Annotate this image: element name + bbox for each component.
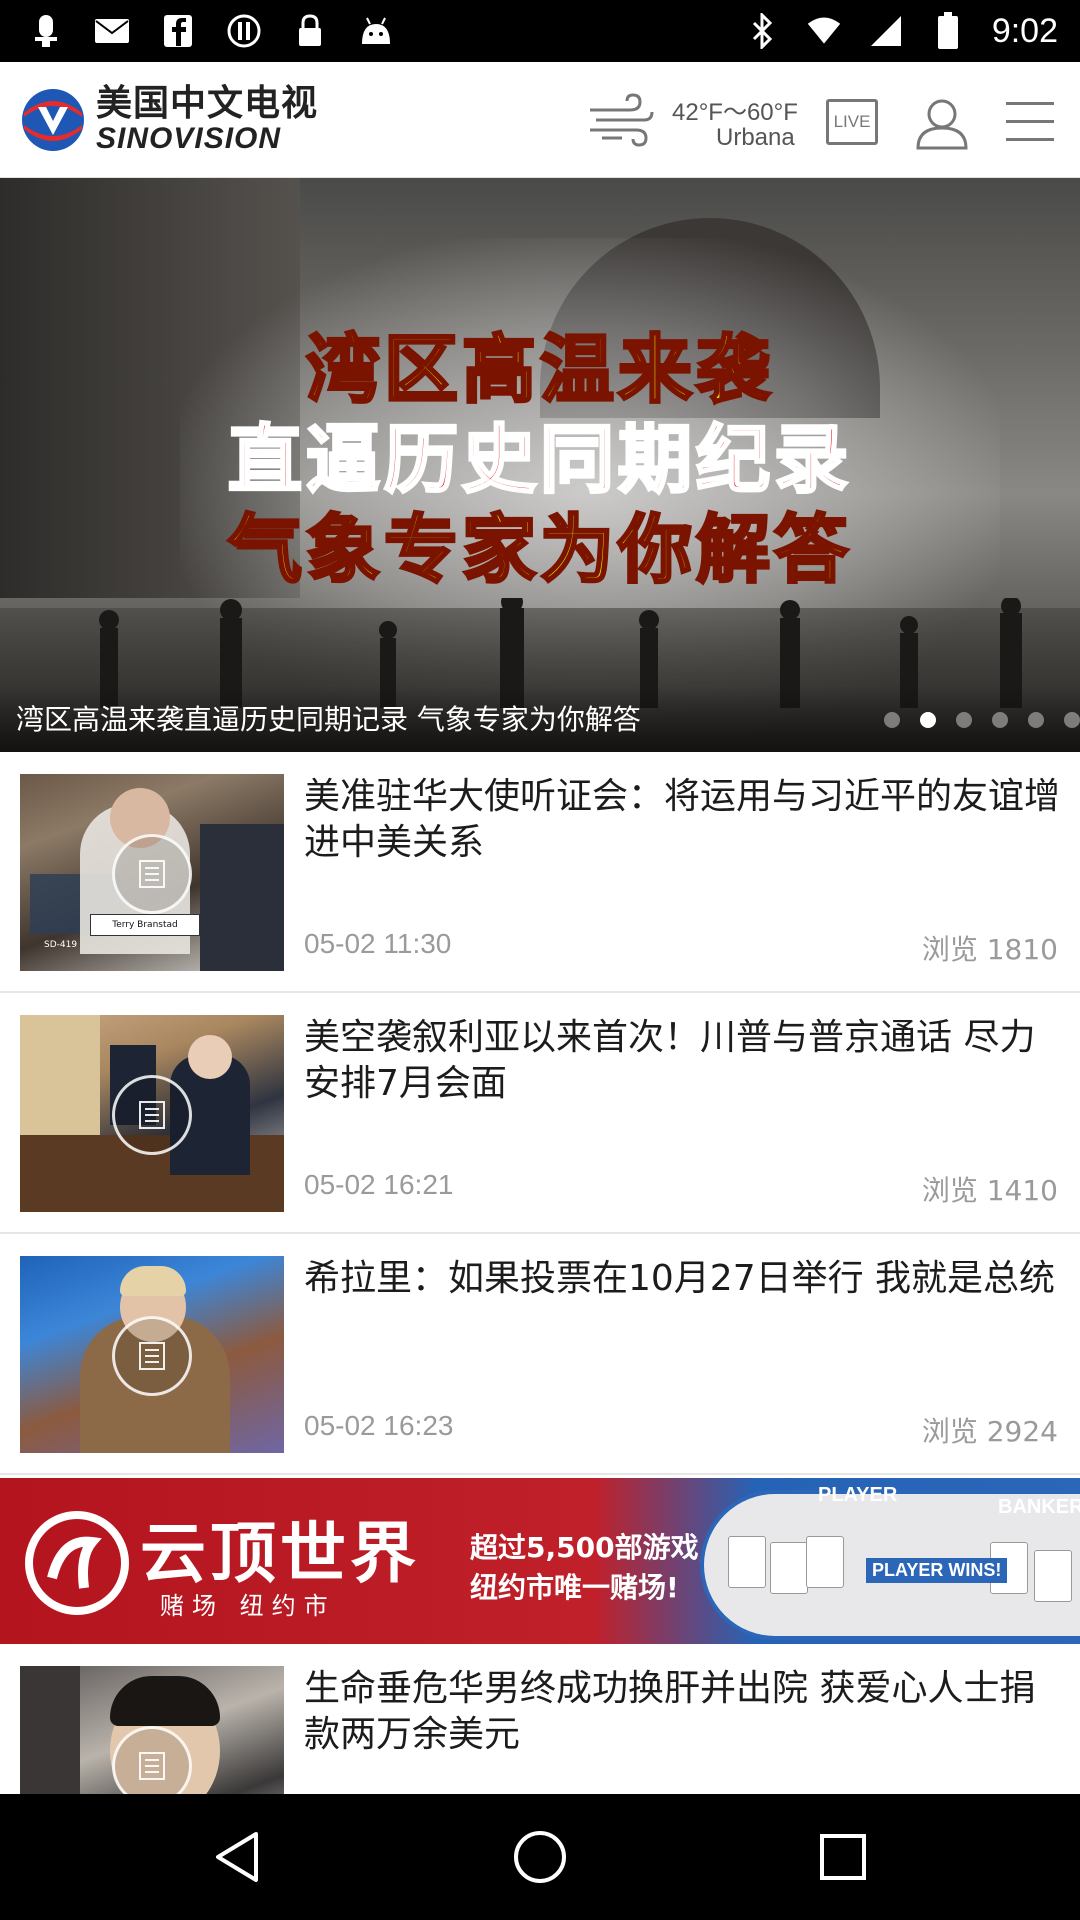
bluetooth-icon [744,13,780,49]
article-icon [139,1101,165,1129]
article-icon [139,1342,165,1370]
article-icon [139,1752,165,1780]
home-button[interactable] [507,1824,573,1890]
playing-card [728,1536,766,1588]
playing-card [770,1542,808,1594]
app-header: 美国中文电视 SINOVISION 42°F～60°F Urbana LIVE [0,62,1080,178]
article-play-button[interactable] [112,1075,192,1155]
news-thumbnail[interactable]: Terry Branstad SD-419 [20,774,284,971]
back-triangle-icon [216,1832,258,1882]
playing-card [1034,1550,1072,1602]
carousel-indicator [884,712,1080,728]
home-circle-icon [514,1831,566,1883]
ad-brand: 云顶世界 [140,1515,420,1592]
news-title[interactable]: 美空袭叙利亚以来首次！川普与普京通话 尽力安排7月会面 [304,1015,1064,1107]
ad-banker-label: BANKER [998,1496,1080,1518]
status-right: 9:02 [744,6,1058,56]
sinovision-logo[interactable]: 美国中文电视 SINOVISION [20,86,318,154]
status-left-icons [28,10,394,52]
system-navigation-bar [0,1794,1080,1920]
recent-apps-button[interactable] [810,1824,876,1890]
lock-icon [292,13,328,49]
news-time: 05-02 11:30 [304,928,452,959]
news-time: 05-02 16:23 [304,1410,454,1441]
facebook-icon [160,13,196,49]
news-views: 浏览 2924 [921,1415,1058,1448]
live-tv-icon: LIVE [826,99,878,145]
live-label: LIVE [833,112,871,131]
status-time: 9:02 [991,11,1058,50]
ad-player-wins-label: PLAYER WINS! [866,1558,1008,1583]
news-views: 浏览 1810 [921,933,1058,966]
article-play-button[interactable] [112,834,192,914]
ad-subtitle: 赌场 纽约市 [160,1592,336,1620]
user-icon [916,99,968,150]
logo-english-text: SINOVISION [96,122,282,155]
news-title[interactable]: 希拉里：如果投票在10月27日举行 我就是总统 [304,1256,1064,1302]
news-item[interactable]: 美空袭叙利亚以来首次！川普与普京通话 尽力安排7月会面 05-02 16:21 … [0,993,1080,1234]
thumbnail-room-label: SD-419 [44,940,78,950]
ad-tagline-2: 纽约市唯一赌场! [470,1571,679,1604]
news-title[interactable]: 美准驻华大使听证会：将运用与习近平的友谊增进中美关系 [304,774,1064,866]
live-button[interactable]: LIVE [822,92,882,152]
hamburger-menu-icon [1006,102,1054,141]
news-feed[interactable]: Terry Branstad SD-419 美准驻华大使听证会：将运用与习近平的… [0,752,1080,1794]
mail-icon [94,13,130,49]
sinovision-logo-icon [22,89,84,151]
back-button[interactable] [204,1824,270,1890]
circle-alert-icon [226,13,262,49]
carousel-dot-active[interactable] [920,712,936,728]
carousel-dot[interactable] [884,712,900,728]
banner-caption: 湾区高温来袭直逼历史同期记录 气象专家为你解答 [16,703,641,736]
news-time: 05-02 16:21 [304,1169,454,1200]
user-account-button[interactable] [912,92,972,152]
news-views: 浏览 1410 [921,1174,1058,1207]
banner-headline-line-3: 气象专家为你解答 [227,506,852,595]
news-thumbnail[interactable] [20,1015,284,1212]
news-thumbnail[interactable] [20,1256,284,1453]
article-icon [139,860,165,888]
status-bar: 9:02 [0,0,1080,62]
carousel-dot[interactable] [956,712,972,728]
resorts-world-logo-icon [25,1511,129,1615]
notification-icon [28,13,64,49]
advertisement-banner[interactable]: 云顶世界 赌场 纽约市 超过5,500部游戏, 纽约市唯一赌场! PLAYER … [0,1478,1080,1644]
news-item[interactable]: 希拉里：如果投票在10月27日举行 我就是总统 05-02 16:23 浏览 2… [0,1234,1080,1475]
playing-card [806,1536,844,1588]
carousel-dot[interactable] [1028,712,1044,728]
news-item[interactable]: 生命垂危华男终成功换肝并出院 获爱心人士捐款两万余美元 [0,1644,1080,1794]
ad-player-label: PLAYER [818,1484,898,1506]
carousel-dot[interactable] [1064,712,1080,728]
recent-apps-square-icon [820,1834,866,1880]
news-title[interactable]: 生命垂危华男终成功换肝并出院 获爱心人士捐款两万余美元 [304,1666,1064,1758]
weather-widget[interactable]: 42°F～60°F Urbana [586,84,806,156]
wifi-icon [806,13,842,49]
weather-city: Urbana [716,124,795,151]
thumbnail-nameplate: Terry Branstad [90,914,200,936]
article-play-button[interactable] [112,1316,192,1396]
news-thumbnail[interactable] [20,1666,284,1794]
android-icon [358,13,394,49]
news-item[interactable]: Terry Branstad SD-419 美准驻华大使听证会：将运用与习近平的… [0,752,1080,993]
menu-button[interactable] [1000,92,1060,152]
carousel-dot[interactable] [992,712,1008,728]
featured-carousel[interactable]: 湾区高温来袭 直逼历史同期纪录 气象专家为你解答 湾区高温来袭直逼历史同期记录 … [0,178,1080,752]
battery-icon [930,12,966,49]
weather-temperature: 42°F～60°F [672,99,798,126]
ad-tagline-1: 超过5,500部游戏, [470,1531,710,1564]
signal-icon [868,13,904,49]
logo-chinese-text: 美国中文电视 [96,83,319,124]
wind-icon [590,93,654,147]
